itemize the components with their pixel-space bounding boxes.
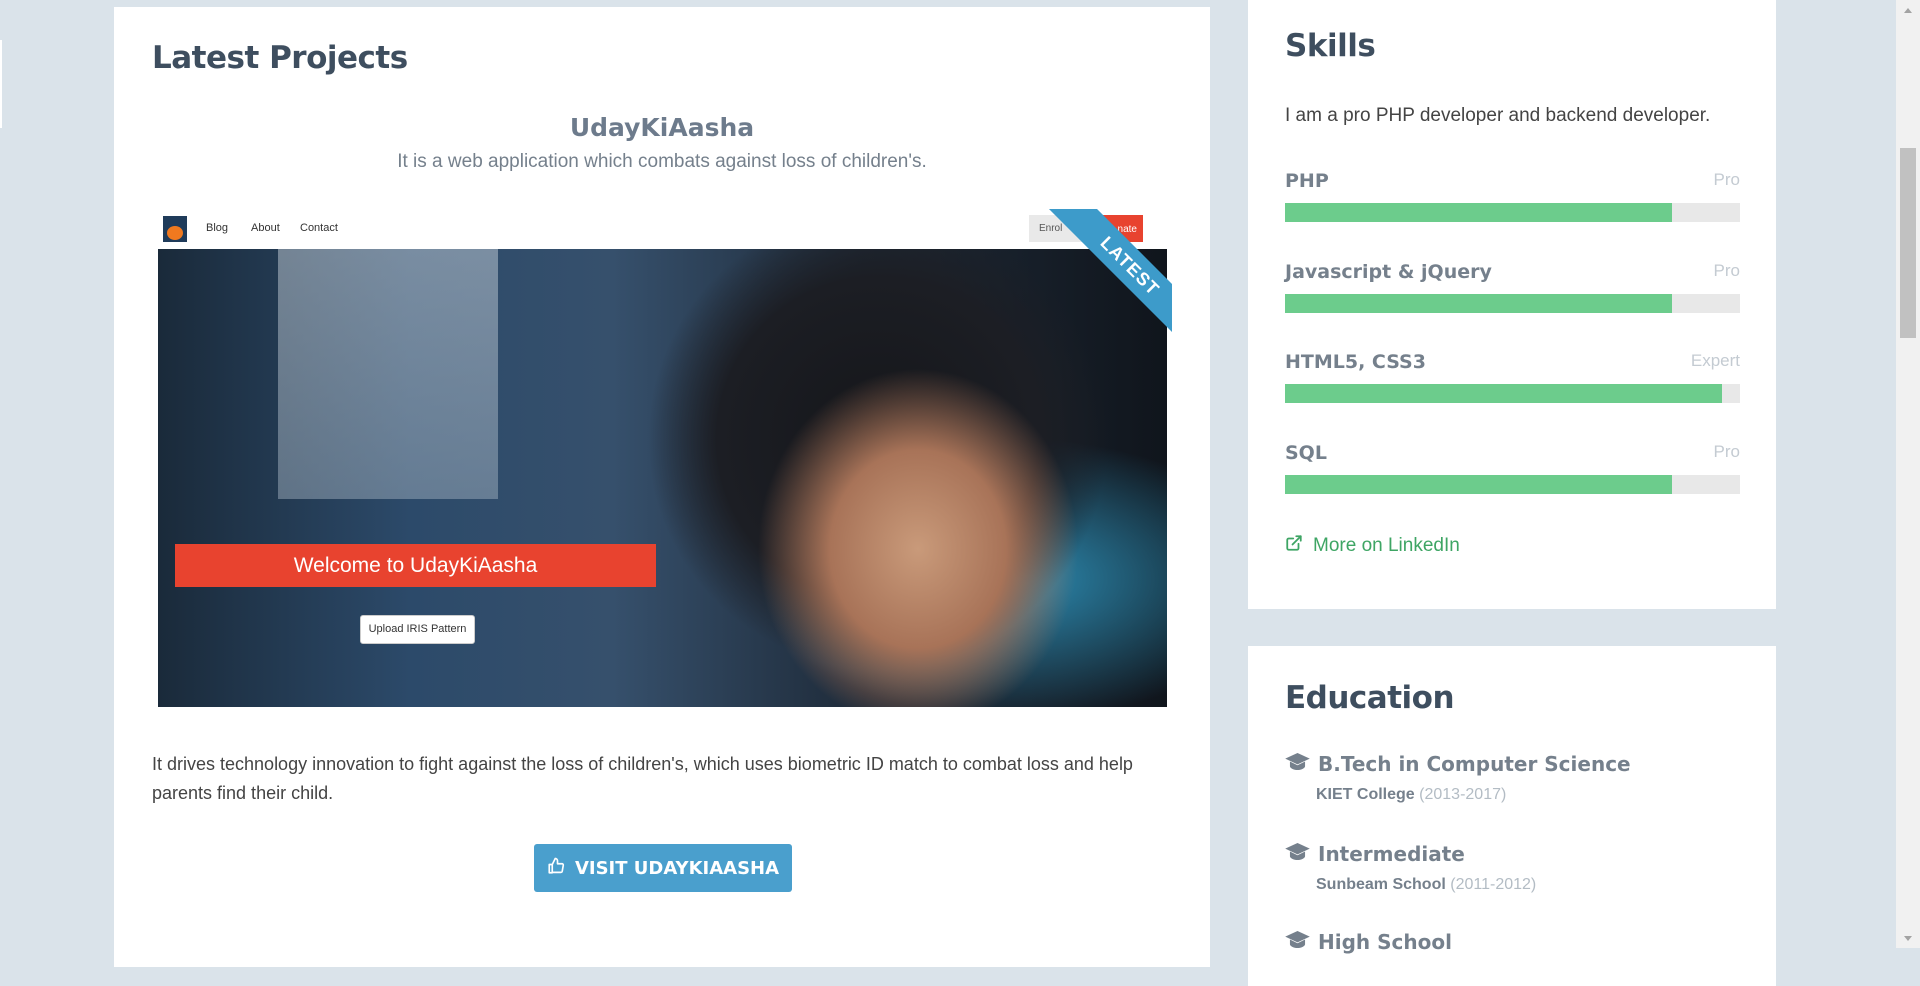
skill-progress-fill [1285, 294, 1672, 313]
screenshot-nav-blog: Blog [206, 222, 229, 234]
education-years: (2011-2012) [1450, 876, 1537, 893]
left-edge-strip [0, 40, 2, 128]
screenshot-upload-button: Upload IRIS Pattern [360, 615, 475, 644]
education-item: High School [1285, 930, 1452, 954]
screenshot-navbar: Blog About Contact Enrol nate [152, 209, 1172, 247]
skill-level: Pro [1713, 442, 1740, 461]
skill-name: HTML5, CSS3 [1285, 351, 1426, 373]
page-scrollbar[interactable] [1896, 0, 1920, 948]
education-degree: High School [1318, 930, 1452, 954]
skill-name: SQL [1285, 442, 1327, 464]
graduation-cap-icon [1285, 931, 1310, 953]
education-school: Sunbeam School [1316, 876, 1446, 893]
education-item: Intermediate Sunbeam School (2011-2012) [1285, 842, 1536, 894]
scroll-down-arrow[interactable] [1896, 928, 1920, 948]
graduation-cap-icon [1285, 753, 1310, 775]
skills-intro: I am a pro PHP developer and backend dev… [1285, 105, 1711, 126]
latest-ribbon-label: LATEST [1047, 209, 1172, 344]
skill-progress-fill [1285, 203, 1672, 222]
linkedin-link-label: More on LinkedIn [1313, 535, 1460, 556]
skill-progress-bar [1285, 294, 1740, 313]
skill-progress-bar [1285, 475, 1740, 494]
screenshot-logo [163, 216, 187, 242]
screenshot-nav-about: About [251, 222, 280, 234]
education-degree: B.Tech in Computer Science [1318, 752, 1631, 776]
visit-project-button[interactable]: VISIT UDAYKIAASHA [534, 844, 792, 892]
education-school: KIET College [1316, 786, 1415, 803]
skill-level: Pro [1713, 261, 1740, 280]
skill-level: Expert [1690, 351, 1740, 370]
project-description: It drives technology innovation to fight… [152, 754, 1133, 803]
project-name: UdayKiAasha [569, 113, 755, 142]
visit-button-label: VISIT UDAYKIAASHA [574, 857, 780, 879]
project-tagline: It is a web application which combats ag… [397, 151, 927, 172]
skill-level: Pro [1713, 170, 1740, 189]
scrollbar-thumb[interactable] [1900, 148, 1916, 338]
education-section-title: Education [1285, 680, 1455, 716]
scroll-up-arrow[interactable] [1896, 0, 1920, 20]
skill-progress-bar [1285, 203, 1740, 222]
screenshot-nav-contact: Contact [300, 222, 338, 234]
education-item: B.Tech in Computer Science KIET College … [1285, 752, 1631, 804]
skills-section-title: Skills [1285, 28, 1376, 64]
skill-progress-fill [1285, 384, 1722, 403]
education-degree: Intermediate [1318, 842, 1465, 866]
skill-progress-fill [1285, 475, 1672, 494]
skills-card: Skills I am a pro PHP developer and back… [1248, 0, 1776, 609]
education-years: (2013-2017) [1419, 786, 1507, 803]
projects-section-title: Latest Projects [152, 40, 408, 76]
education-card: Education B.Tech in Computer Science KIE… [1248, 646, 1776, 986]
project-screenshot: Blog About Contact Enrol nate Welcome to… [152, 209, 1172, 707]
skill-name: Javascript & jQuery [1285, 261, 1492, 283]
screenshot-welcome-banner: Welcome to UdayKiAasha [175, 544, 656, 587]
latest-projects-card: Latest Projects UdayKiAasha It is a web … [114, 7, 1210, 967]
skill-name: PHP [1285, 170, 1329, 192]
external-link-icon [1285, 534, 1303, 558]
graduation-cap-icon [1285, 843, 1310, 865]
linkedin-link[interactable]: More on LinkedIn [1285, 534, 1460, 558]
thumbs-up-icon [547, 857, 565, 880]
latest-ribbon: LATEST [1040, 209, 1172, 344]
screenshot-hero-image: Welcome to UdayKiAasha Upload IRIS Patte… [158, 249, 1167, 707]
skill-progress-bar [1285, 384, 1740, 403]
